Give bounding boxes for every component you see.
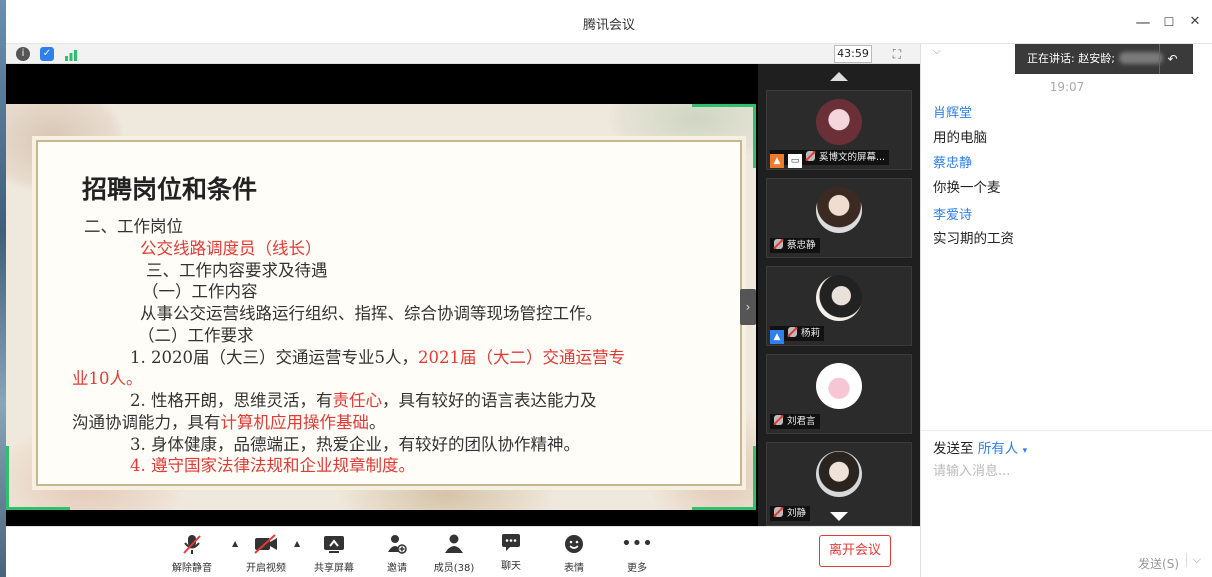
collapse-panel-button[interactable]: › [740, 289, 756, 325]
meeting-toolbar: 解除静音 ▲ 开启视频 ▲ 共享屏幕 邀请 成员(38) 聊天 表情 ••• 更… [6, 526, 920, 577]
chat-panel: ⌵ 正在讲话: 赵安龄; ↶ 19:07 肖辉堂 用的电脑 蔡忠静 你换一个麦 … [920, 44, 1212, 577]
slide-text-line: 沟通协调能力，具有计算机应用操作基础。 [72, 413, 386, 432]
message-text: 用的电脑 [933, 130, 987, 146]
avatar [816, 187, 862, 233]
mic-muted-icon [774, 415, 783, 425]
message-text: 你换一个麦 [933, 180, 1001, 196]
active-speaker-banner: 正在讲话: 赵安龄; ↶ [1015, 44, 1193, 74]
message-sender[interactable]: 蔡忠静 [933, 152, 972, 171]
participant-label: 蔡忠静 [770, 238, 820, 253]
share-screen-icon [304, 533, 364, 555]
scroll-down-icon[interactable] [830, 512, 848, 521]
meeting-info-bar: i ✓ 43:59 ⛶ [6, 44, 920, 64]
send-to-selector[interactable]: 发送至 所有人 ▾ [933, 437, 1027, 457]
slide-text-line: 3. 身体健康，品德端正，热爱企业，有较好的团队协作精神。 [130, 435, 580, 454]
message-input[interactable] [933, 461, 1203, 481]
mic-muted-icon [788, 327, 797, 337]
chat-composer: 发送至 所有人 ▾ 发送(S) ⌵ [921, 430, 1212, 577]
slide-text-line: 二、工作岗位 [84, 217, 183, 236]
main-stage: i ✓ 43:59 ⛶ 招聘岗位和条件 二、工作岗位 公交线路调度员（线长） 三… [6, 44, 920, 526]
maximize-button[interactable]: ☐ [1158, 11, 1180, 33]
unmute-button[interactable]: 解除静音 [162, 533, 222, 575]
title-bar: 腾讯会议 — ☐ ✕ [6, 0, 1212, 44]
scroll-up-icon[interactable] [830, 72, 848, 81]
share-screen-button[interactable]: 共享屏幕 [304, 533, 364, 575]
host-badge-icon: ▲ [770, 330, 784, 344]
participant-tile[interactable]: ▲ 杨莉 [766, 266, 912, 346]
participant-label: 刘静 [770, 506, 811, 521]
send-options-chevron-icon[interactable]: ⌵ [1185, 553, 1201, 567]
invite-button[interactable]: 邀请 [367, 533, 427, 575]
mic-muted-icon [162, 533, 222, 555]
slide-text-line: 1. 2020届（大三）交通运营专业5人，2021届（大二）交通运营专 [130, 348, 625, 367]
participant-label: ▲ 杨莉 [770, 326, 825, 344]
slide-text-line: 4. 遵守国家法律法规和企业规章制度。 [130, 456, 415, 475]
message-sender[interactable]: 肖辉堂 [933, 102, 972, 121]
reply-icon[interactable]: ↶ [1159, 44, 1185, 74]
fullscreen-icon[interactable]: ⛶ [888, 46, 906, 62]
members-icon [424, 533, 484, 555]
emoji-icon [544, 533, 604, 555]
mic-muted-icon [774, 239, 783, 249]
slide-text-line: （一）工作内容 [142, 282, 258, 301]
avatar [816, 99, 862, 145]
more-button[interactable]: ••• 更多 [607, 533, 667, 575]
screen-share-icon: ▭ [788, 154, 802, 168]
mic-muted-icon [806, 151, 815, 161]
slide-text-line: 2. 性格开朗，思维灵活，有责任心，具有较好的语言表达能力及 [130, 391, 597, 410]
shared-slide: 招聘岗位和条件 二、工作岗位 公交线路调度员（线长） 三、工作内容要求及待遇 （… [6, 104, 756, 510]
avatar [816, 451, 862, 497]
participant-label: 刘君言 [770, 414, 820, 429]
minimize-button[interactable]: — [1132, 11, 1154, 33]
camera-off-icon [236, 533, 296, 555]
slide-text-line: （二）工作要求 [138, 326, 254, 345]
members-button[interactable]: 成员(38) [424, 533, 484, 575]
slide-text-line: 业10人。 [72, 369, 143, 388]
leave-meeting-button[interactable]: 离开会议 [819, 535, 891, 567]
info-icon[interactable]: i [16, 47, 30, 61]
window-title: 腾讯会议 [582, 18, 635, 33]
reactions-button[interactable]: 表情 [544, 533, 604, 575]
participant-video-list: ▲ ▭ 奚博文的屏幕... 蔡忠静 ▲ 杨莉 刘君言 刘静 [758, 64, 920, 526]
chat-button[interactable]: 聊天 [481, 531, 541, 573]
participant-label: ▲ ▭ 奚博文的屏幕... [770, 150, 890, 168]
slide-text-line: 三、工作内容要求及待遇 [146, 261, 328, 280]
user-badge-icon: ▲ [770, 154, 784, 168]
more-dots-icon: ••• [621, 533, 653, 554]
invite-user-icon [367, 533, 427, 555]
participant-tile[interactable]: 蔡忠静 [766, 178, 912, 258]
slide-text-line: 从事公交运营线路运行组织、指挥、综合协调等现场管控工作。 [140, 304, 602, 323]
participant-tile[interactable]: ▲ ▭ 奚博文的屏幕... [766, 90, 912, 170]
mic-muted-icon [774, 507, 783, 517]
message-sender[interactable]: 李爱诗 [933, 204, 972, 223]
security-shield-icon[interactable]: ✓ [40, 47, 54, 61]
slide-text-line: 公交线路调度员（线长） [140, 239, 322, 258]
redacted-name [1118, 52, 1163, 64]
slide-content-frame: 招聘岗位和条件 二、工作岗位 公交线路调度员（线长） 三、工作内容要求及待遇 （… [36, 140, 742, 486]
avatar [816, 363, 862, 409]
participant-tile[interactable]: 刘君言 [766, 354, 912, 434]
slide-title: 招聘岗位和条件 [82, 175, 258, 204]
video-options-caret-icon[interactable]: ▲ [294, 539, 300, 548]
chat-timestamp: 19:07 [1049, 80, 1085, 94]
chat-icon [481, 531, 541, 553]
close-button[interactable]: ✕ [1184, 11, 1206, 33]
start-video-button[interactable]: 开启视频 [236, 533, 296, 575]
send-button[interactable]: 发送(S) [1138, 555, 1179, 572]
meeting-app: 腾讯会议 — ☐ ✕ i ✓ 43:59 ⛶ 招聘岗位和条件 二、工作岗位 公交… [0, 0, 1212, 577]
meeting-timer: 43:59 [834, 45, 872, 63]
message-text: 实习期的工资 [933, 231, 1014, 247]
avatar [816, 275, 862, 321]
dropdown-caret-icon[interactable]: ▾ [1023, 446, 1028, 456]
signal-strength-icon[interactable] [64, 47, 78, 61]
chevron-down-icon[interactable]: ⌵ [933, 46, 941, 57]
